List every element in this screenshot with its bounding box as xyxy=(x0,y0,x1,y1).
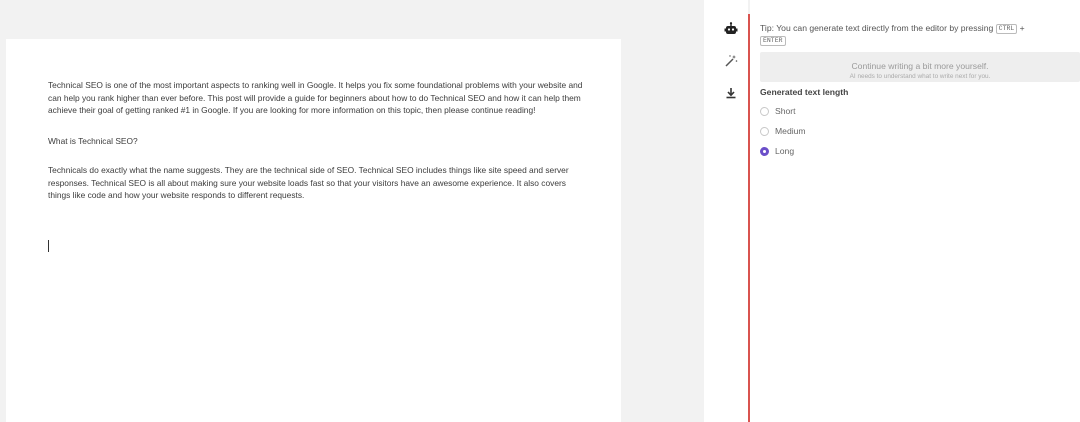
length-option-label: Long xyxy=(775,146,795,156)
length-option-short[interactable]: Short xyxy=(760,106,796,116)
robot-icon[interactable] xyxy=(722,20,740,38)
radio-long[interactable] xyxy=(760,146,769,156)
text-cursor xyxy=(48,240,49,252)
ctrl-key-badge: CTRL xyxy=(995,23,1018,34)
length-option-label: Medium xyxy=(775,126,806,136)
length-option-long[interactable]: Long xyxy=(760,146,794,156)
section-heading[interactable]: What is Technical SEO? xyxy=(48,135,583,148)
tip-text: Tip: You can generate text directly from… xyxy=(760,22,1070,46)
length-option-label: Short xyxy=(775,106,796,116)
radio-medium[interactable] xyxy=(760,126,769,136)
intro-paragraph[interactable]: Technical SEO is one of the most importa… xyxy=(48,79,583,117)
download-icon[interactable] xyxy=(722,84,740,102)
continue-writing-button[interactable]: Continue writing a bit more yourself. AI… xyxy=(760,52,1080,82)
magic-wand-icon[interactable] xyxy=(722,52,740,70)
length-option-medium[interactable]: Medium xyxy=(760,126,806,136)
tip-message: Tip: You can generate text directly from… xyxy=(760,23,994,33)
tip-plus: + xyxy=(1019,23,1025,33)
radio-short[interactable] xyxy=(760,106,769,116)
enter-key-badge: ENTER xyxy=(760,35,786,46)
continue-writing-title: Continue writing a bit more yourself. xyxy=(851,60,989,71)
document-page[interactable]: Technical SEO is one of the most importa… xyxy=(6,39,621,422)
generated-length-label: Generated text length xyxy=(760,87,849,97)
body-paragraph[interactable]: Technicals do exactly what the name sugg… xyxy=(48,164,583,202)
ai-assistant-panel: Tip: You can generate text directly from… xyxy=(750,0,1080,422)
document-text[interactable]: Technical SEO is one of the most importa… xyxy=(48,79,583,202)
continue-writing-subtitle: AI needs to understand what to write nex… xyxy=(849,72,991,80)
side-toolbar xyxy=(704,0,748,422)
editor-area: Technical SEO is one of the most importa… xyxy=(0,0,704,422)
